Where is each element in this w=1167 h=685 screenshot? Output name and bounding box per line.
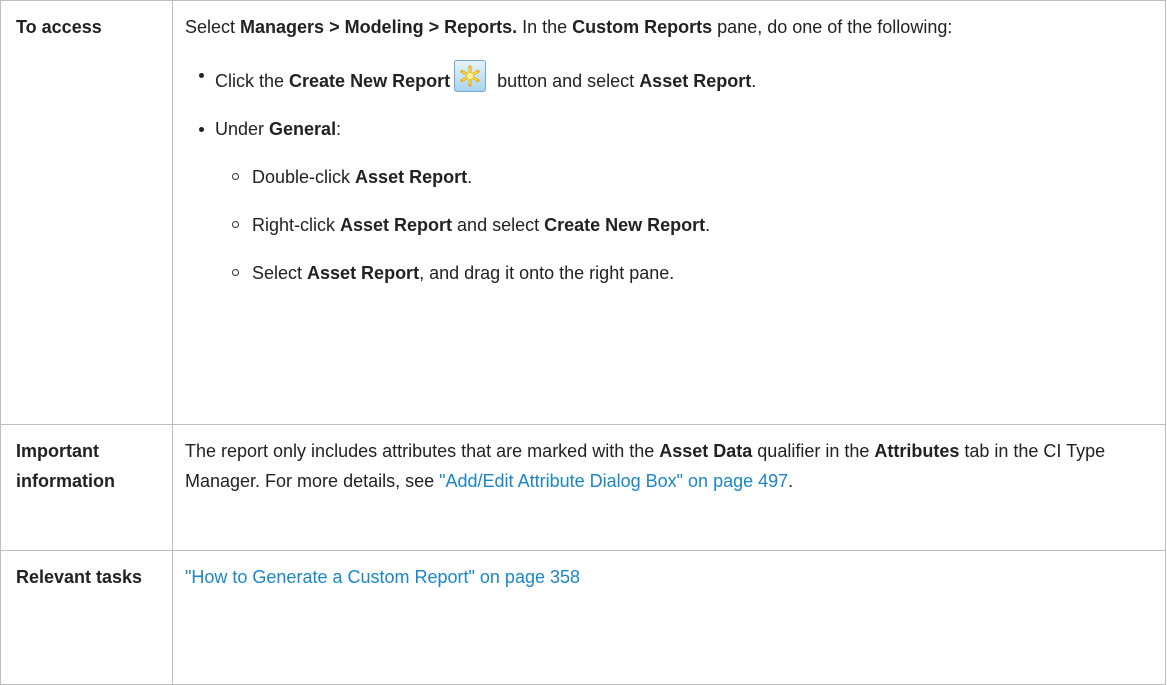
general-sublist: Double-click Asset Report. Right-click A…	[215, 162, 1135, 288]
row-content: "How to Generate a Custom Report" on pag…	[172, 550, 1166, 685]
row-header: Important information	[0, 424, 173, 551]
create-new-report-star-icon	[454, 60, 487, 92]
table-row-to-access: To access Select Managers > Modeling > R…	[0, 0, 1166, 425]
list-item: Right-click Asset Report and select Crea…	[215, 210, 1135, 240]
row-content: Select Managers > Modeling > Reports. In…	[172, 0, 1166, 425]
add-edit-attribute-link[interactable]: "Add/Edit Attribute Dialog Box" on page …	[439, 471, 788, 491]
access-intro: Select Managers > Modeling > Reports. In…	[185, 17, 953, 37]
list-item: Under General: Double-click Asset Report…	[185, 114, 1135, 288]
list-item: Select Asset Report, and drag it onto th…	[215, 258, 1135, 288]
access-options-list: Click the Create New Report button and s…	[185, 60, 1135, 288]
info-table: To access Select Managers > Modeling > R…	[0, 0, 1166, 685]
list-item: Click the Create New Report button and s…	[185, 60, 1135, 96]
row-header: To access	[0, 0, 173, 425]
row-content: The report only includes attributes that…	[172, 424, 1166, 551]
table-row-important-information: Important information The report only in…	[0, 424, 1166, 551]
list-item: Double-click Asset Report.	[215, 162, 1135, 192]
table-row-relevant-tasks: Relevant tasks "How to Generate a Custom…	[0, 550, 1166, 685]
generate-custom-report-link[interactable]: "How to Generate a Custom Report" on pag…	[185, 567, 580, 587]
row-header: Relevant tasks	[0, 550, 173, 685]
